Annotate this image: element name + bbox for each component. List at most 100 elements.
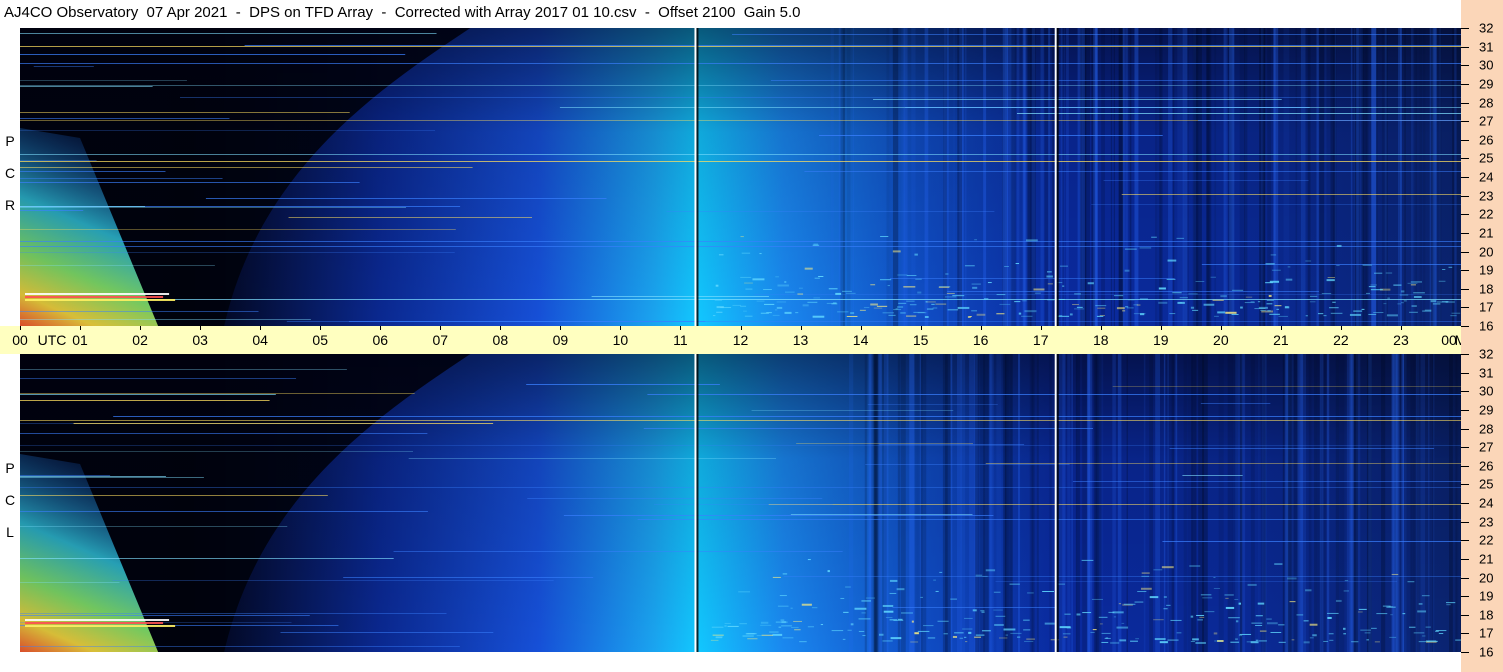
freq-tick-label: 24 (1479, 169, 1494, 185)
vertical-streak (1218, 354, 1224, 652)
emission-speckle (1166, 604, 1171, 606)
freq-tick-label: 20 (1479, 244, 1494, 259)
vertical-streak (953, 28, 955, 326)
vertical-streak (924, 28, 929, 326)
emission-speckle (911, 620, 914, 623)
emission-speckle (1017, 636, 1021, 638)
interference-line (1169, 448, 1435, 449)
vertical-streak (1079, 28, 1085, 326)
interference-line (1091, 204, 1461, 205)
emission-speckle (1118, 603, 1122, 605)
utc-tick-mark (1340, 326, 1342, 330)
emission-speckle (1190, 641, 1195, 643)
vertical-streak (1086, 354, 1093, 652)
vertical-streak (1075, 354, 1078, 652)
emission-speckle (1022, 300, 1027, 302)
emission-speckle (842, 290, 852, 292)
emission-speckle (1124, 269, 1130, 272)
emission-speckle (775, 276, 779, 278)
vertical-streak (1410, 354, 1413, 652)
emission-speckle (776, 301, 787, 303)
emission-speckle (1195, 281, 1205, 283)
emission-speckle (873, 307, 883, 309)
emission-speckle (896, 588, 905, 591)
emission-speckle (1287, 266, 1291, 268)
utc-tick-mark (260, 326, 262, 330)
freq-tick-label: 28 (1479, 421, 1494, 436)
emission-speckle (1258, 640, 1267, 642)
emission-speckle (1425, 626, 1431, 628)
interference-line (751, 410, 954, 411)
emission-speckle (1225, 597, 1229, 599)
emission-speckle (1123, 603, 1136, 605)
emission-speckle (1424, 309, 1432, 312)
emission-speckle (964, 617, 973, 619)
emission-speckle (1081, 559, 1094, 561)
emission-speckle (814, 277, 820, 279)
interference-line (819, 135, 1163, 136)
emission-speckle (1023, 629, 1031, 631)
emission-speckle (937, 620, 949, 622)
emission-speckle (1062, 285, 1065, 287)
emission-speckle (1204, 611, 1215, 613)
emission-speckle (959, 637, 963, 639)
interference-line (20, 477, 204, 478)
interference-line (205, 198, 607, 199)
emission-speckle (987, 282, 992, 284)
utc-tick-label: 02 (132, 332, 148, 348)
emission-speckle (812, 315, 825, 318)
pol-letter: L (6, 524, 14, 540)
emission-speckle (1095, 305, 1107, 307)
emission-speckle (1309, 295, 1318, 297)
vertical-streak (1350, 28, 1353, 326)
emission-speckle (744, 315, 753, 317)
emission-speckle (1003, 628, 1016, 631)
emission-speckle (1245, 296, 1253, 298)
emission-speckle (1212, 299, 1224, 301)
emission-speckle (931, 303, 935, 305)
emission-speckle (790, 607, 793, 609)
utc-tick-label: 00 (12, 332, 28, 348)
utc-tick-label: 19 (1152, 332, 1169, 348)
freq-tick-label: 21 (1479, 225, 1494, 241)
interference-line (865, 464, 1070, 465)
emission-speckle (1401, 290, 1405, 293)
interference-line (20, 369, 347, 370)
emission-speckle (996, 313, 1005, 315)
emission-speckle (1057, 315, 1070, 317)
emission-speckle (926, 308, 934, 310)
freq-tick-label: 24 (1479, 495, 1494, 511)
emission-speckle (882, 312, 895, 314)
vertical-streak (1040, 28, 1044, 326)
emission-speckle (797, 293, 804, 295)
emission-speckle (779, 595, 787, 597)
utc-tick-mark (500, 326, 502, 330)
utc-tick-label: 10 (612, 332, 629, 348)
utc-tick-label: 21 (1273, 332, 1289, 348)
interference-line (796, 443, 973, 444)
interference-line (20, 393, 415, 394)
freq-tick-label: 31 (1479, 365, 1494, 381)
freq-tick-mark (1461, 428, 1469, 430)
emission-speckle (759, 253, 762, 255)
interference-line (653, 504, 833, 505)
interference-line (20, 206, 146, 207)
emission-speckle (1046, 271, 1052, 273)
freq-tick-mark (1461, 177, 1469, 178)
emission-speckle (740, 276, 752, 278)
emission-speckle (1113, 616, 1117, 618)
emission-speckle (784, 291, 795, 293)
emission-speckle (1240, 306, 1243, 309)
vertical-streak (1009, 28, 1012, 326)
emission-speckle (910, 641, 919, 643)
emission-speckle (1251, 622, 1263, 624)
emission-speckle (885, 617, 893, 619)
vertical-streak (849, 354, 854, 652)
interference-line (1200, 403, 1271, 404)
emission-speckle (1044, 622, 1055, 625)
emission-speckle (1091, 598, 1103, 600)
interference-line (591, 296, 769, 297)
emission-speckle (1391, 573, 1399, 575)
utc-axis-label: UTC (37, 332, 67, 348)
emission-speckle (1122, 310, 1126, 312)
